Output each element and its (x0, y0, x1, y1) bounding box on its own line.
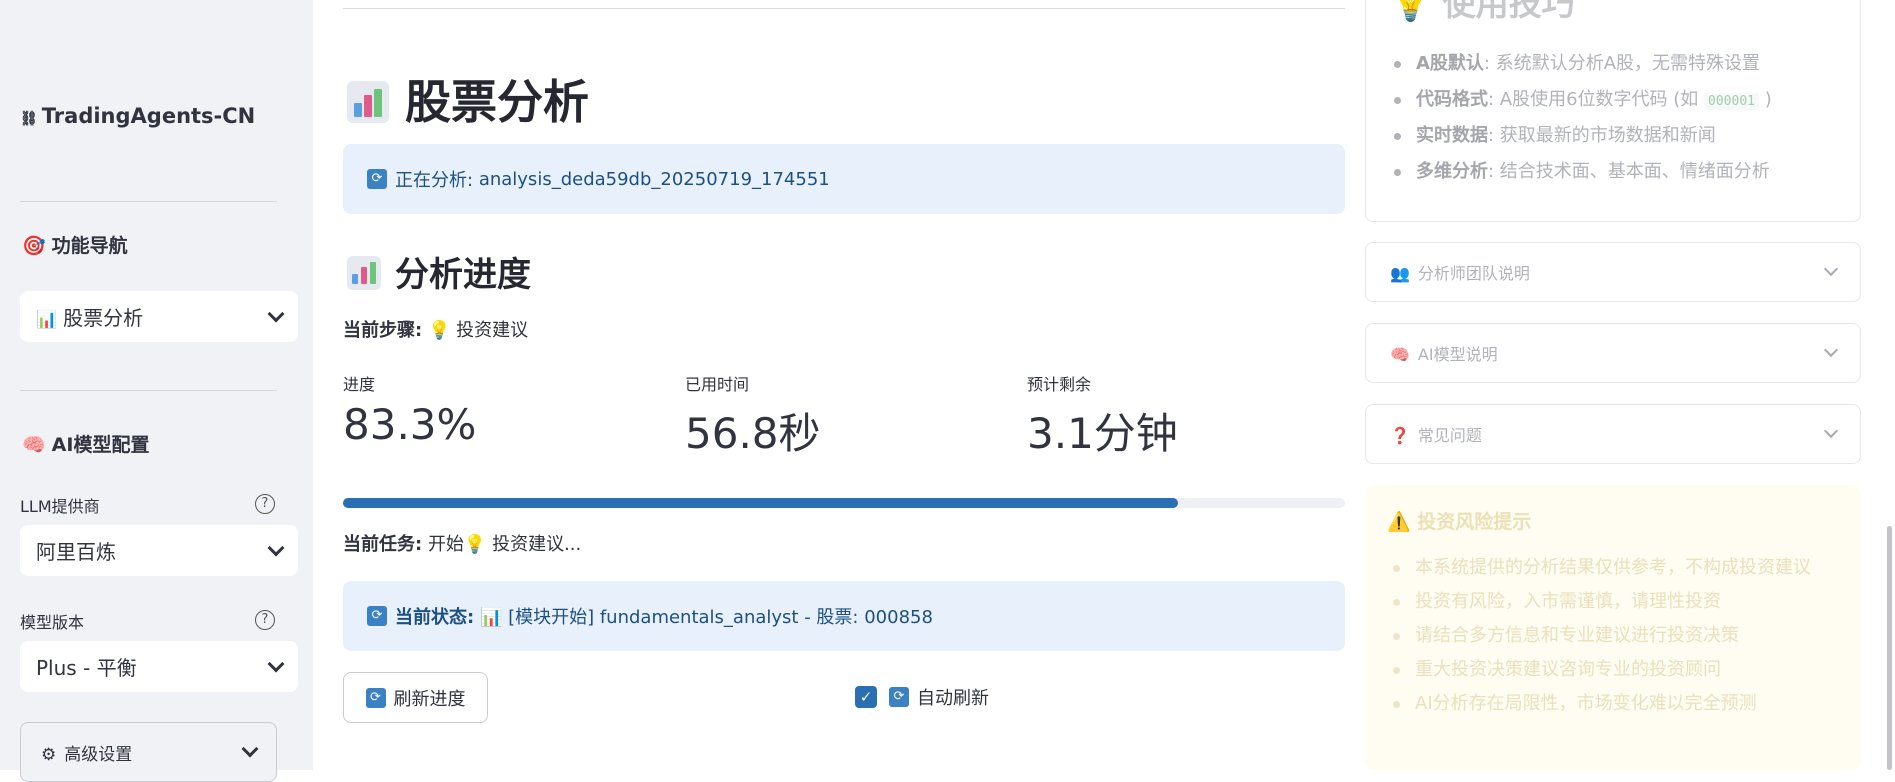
lightbulb-icon: 💡 (1390, 0, 1432, 23)
llm-provider-label: LLM提供商 (20, 497, 100, 516)
list-item: A股默认: 系统默认分析A股，无需特殊设置 (1394, 49, 1772, 85)
bar-chart-icon (347, 81, 389, 123)
progress-fill (343, 498, 1178, 508)
analyst-team-expander[interactable]: 👥 分析师团队说明 (1365, 242, 1861, 302)
llm-provider-select[interactable]: 阿里百炼 (20, 525, 298, 576)
list-item: AI分析存在局限性，市场变化难以完全预测 (1393, 689, 1845, 719)
progress-bar (343, 498, 1345, 508)
code-sample: 000001 (1704, 93, 1759, 110)
tips-card: 💡 使用技巧 A股默认: 系统默认分析A股，无需特殊设置 代码格式: A股使用6… (1365, 0, 1861, 222)
chevron-down-icon (1823, 423, 1839, 439)
analyzing-info: ⟳ 正在分析: analysis_deda59db_20250719_17455… (343, 144, 1345, 214)
divider (20, 201, 277, 202)
advanced-settings-expander[interactable]: ⚙ 高级设置 (20, 722, 277, 782)
list-item: 代码格式: A股使用6位数字代码 (如 000001 ) (1394, 85, 1772, 121)
list-item: 重大投资决策建议咨询专业的投资顾问 (1393, 655, 1845, 685)
analysis-id: analysis_deda59db_20250719_174551 (478, 168, 830, 190)
list-item: 请结合多方信息和专业建议进行投资决策 (1393, 621, 1845, 651)
checkbox[interactable]: ✓ (855, 686, 877, 708)
list-item: 本系统提供的分析结果仅供参考，不构成投资建议 (1393, 553, 1845, 583)
brain-icon: 🧠 (1390, 345, 1410, 364)
progress-metric: 83.3% (343, 400, 477, 449)
current-task: 当前任务: 开始💡 投资建议... (343, 534, 582, 555)
chevron-down-icon (267, 539, 285, 556)
sidebar: ⛓ TradingAgents-CN 🎯 功能导航 📊 股票分析 🧠 AI模型配置 LL… (0, 0, 313, 782)
target-icon: 🎯 (22, 235, 46, 257)
faq-expander[interactable]: ❓ 常见问题 (1365, 404, 1861, 464)
risk-title: ⚠️ 投资风险提示 (1387, 511, 1532, 533)
chevron-down-icon (267, 655, 285, 672)
help-icon[interactable]: ? (255, 610, 275, 630)
gear-icon: ⚙ (41, 744, 57, 765)
model-version-select[interactable]: Plus - 平衡 (20, 641, 298, 692)
tips-title: 💡 使用技巧 (1390, 0, 1575, 25)
right-column: 💡 使用技巧 A股默认: 系统默认分析A股，无需特殊设置 代码格式: A股使用6… (1365, 0, 1861, 770)
chevron-down-icon (241, 740, 259, 758)
ai-model-expander[interactable]: 🧠 AI模型说明 (1365, 323, 1861, 383)
elapsed-metric: 56.8秒 (685, 409, 821, 458)
chevron-down-icon (1823, 342, 1839, 358)
metric-label: 预计剩余 (1027, 375, 1092, 394)
refresh-icon: ⟳ (367, 169, 387, 189)
question-icon: ❓ (1390, 426, 1410, 445)
chevron-down-icon (1823, 261, 1839, 277)
scrollbar[interactable] (1887, 526, 1892, 770)
status-info: ⟳ 当前状态: 📊 [模块开始] fundamentals_analyst - … (343, 581, 1345, 651)
chevron-down-icon (267, 305, 285, 322)
help-icon[interactable]: ? (255, 494, 275, 514)
current-step: 当前步骤: 💡 投资建议 (343, 320, 529, 341)
list-item: 实时数据: 获取最新的市场数据和新闻 (1394, 121, 1772, 157)
metric-label: 已用时间 (685, 375, 750, 394)
metric-label: 进度 (343, 375, 376, 394)
warning-icon: ⚠️ (1387, 511, 1411, 533)
page-title: 股票分析 (347, 66, 589, 132)
app-brand: ⛓ TradingAgents-CN (20, 104, 256, 128)
nav-select[interactable]: 📊 股票分析 (20, 291, 298, 342)
divider (20, 390, 277, 391)
risk-list: 本系统提供的分析结果仅供参考，不构成投资建议 投资有风险，入市需谨慎，请理性投资… (1393, 553, 1845, 723)
auto-refresh-toggle[interactable]: ✓ ⟳ 自动刷新 (855, 684, 989, 710)
refresh-icon: ⟳ (889, 687, 909, 707)
refresh-icon: ⟳ (365, 687, 386, 708)
remaining-metric: 3.1分钟 (1027, 409, 1178, 458)
brain-icon: 🧠 (22, 434, 46, 456)
model-version-label: 模型版本 (20, 613, 85, 632)
list-item: 投资有风险，入市需谨慎，请理性投资 (1393, 587, 1845, 617)
divider (343, 8, 1345, 9)
nav-heading: 🎯 功能导航 (22, 235, 128, 257)
list-item: 多维分析: 结合技术面、基本面、情绪面分析 (1394, 157, 1772, 193)
ai-config-heading: 🧠 AI模型配置 (22, 434, 150, 456)
progress-heading: 分析进度 (347, 247, 531, 296)
bar-chart-icon (347, 256, 381, 290)
refresh-progress-button[interactable]: ⟳ 刷新进度 (343, 672, 488, 723)
risk-warning: ⚠️ 投资风险提示 本系统提供的分析结果仅供参考，不构成投资建议 投资有风险，入… (1365, 485, 1861, 770)
bar-chart-icon: 📊 (36, 310, 58, 330)
refresh-icon: ⟳ (367, 606, 387, 626)
people-icon: 👥 (1390, 264, 1410, 283)
main-content: 股票分析 ⟳ 正在分析: analysis_deda59db_20250719_… (343, 0, 1345, 770)
link-icon: ⛓ (20, 111, 38, 127)
tips-list: A股默认: 系统默认分析A股，无需特殊设置 代码格式: A股使用6位数字代码 (… (1394, 49, 1772, 193)
